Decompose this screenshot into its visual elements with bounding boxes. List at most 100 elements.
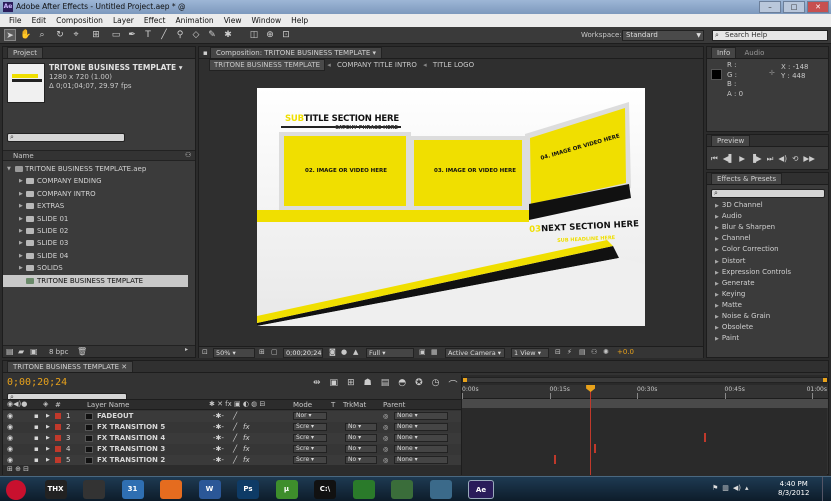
pickwhip-icon[interactable]: ◎ [383,422,388,433]
expand-triangle-icon[interactable]: ▶ [19,250,23,262]
layer-row[interactable]: ◉ ▪ ▶ 4 FX TRANSITION 3 -✱- ╱ fx Scre ▾ No ▾ ◎ None… [3,444,461,455]
selection-tool-icon[interactable]: ➤ [4,29,16,41]
expand-triangle-icon[interactable]: ▶ [715,247,719,253]
lock-icon[interactable]: ▪ [34,433,39,444]
roto-brush-tool-icon[interactable]: ✎ [206,29,218,41]
comp-name[interactable]: TRITONE BUSINESS TEMPLATE ▾ [49,63,183,72]
expand-triangle-icon[interactable]: ▶ [46,433,50,444]
motion-blur-icon[interactable]: ◓ [398,378,406,391]
volume-icon[interactable]: ◀) [733,484,741,492]
project-item[interactable]: ▶ SLIDE 02 [3,225,188,237]
menu-edit[interactable]: Edit [27,14,52,27]
shy-switch-icon[interactable]: -✱- [213,422,224,433]
utorrent-icon[interactable]: µ [275,480,298,499]
layer-row[interactable]: ◉ ▪ ▶ 2 FX TRANSITION 5 -✱- ╱ fx Scre ▾ No ▾ ◎ None… [3,422,461,433]
roi-icon[interactable]: ▣ [419,348,426,356]
puppet-tool-icon[interactable]: ✱ [222,29,234,41]
quality-switch-icon[interactable]: ╱ [233,433,237,444]
color-icon[interactable]: ● [341,348,347,356]
toggle-switches-icon[interactable]: ⊞ ⊕ ⊟ [7,465,29,473]
effects-search-input[interactable]: ⌕ [711,189,825,198]
eye-icon[interactable]: ◉ [7,411,13,422]
thx-icon[interactable]: THX [44,480,67,499]
eraser-tool-icon[interactable]: ◇ [190,29,202,41]
new-folder-icon[interactable]: ▰ [18,347,24,356]
layer-name-column[interactable]: Layer Name [87,401,129,409]
prev-frame-icon[interactable]: ◀▌ [723,154,735,164]
show-desktop-button[interactable] [822,477,831,501]
parent-select[interactable]: None ▾ [394,412,448,420]
loop-icon[interactable]: ⟲ [792,154,798,164]
zoom-select[interactable]: 50% ▾ [213,348,255,358]
label-color-swatch[interactable] [55,435,61,441]
menu-file[interactable]: File [4,14,27,27]
snapshot-icon[interactable]: ◙ [329,348,336,356]
effect-category[interactable]: ▶ Color Correction [709,244,827,255]
project-item[interactable]: ▶ COMPANY INTRO [3,188,188,200]
notes-icon[interactable] [429,480,452,499]
layer-name[interactable]: FADEOUT [97,411,133,422]
project-item[interactable]: ▶ SLIDE 03 [3,237,188,249]
mute-icon[interactable]: ◀) [778,154,787,164]
menu-composition[interactable]: Composition [51,14,108,27]
trash-icon[interactable]: 🗑 [77,347,87,356]
menu-effect[interactable]: Effect [139,14,171,27]
expand-triangle-icon[interactable]: ▶ [19,225,23,237]
comp-timecode[interactable]: 0;00;20;24 [283,348,323,358]
shy-layers-icon[interactable]: ☗ [364,378,372,391]
breadcrumb-item[interactable]: TRITONE BUSINESS TEMPLATE [209,59,326,71]
lock-icon[interactable]: ▪ [34,422,39,433]
expand-triangle-icon[interactable]: ▼ [7,163,11,175]
eye-icon[interactable]: ◉ [7,422,13,433]
expand-triangle-icon[interactable]: ▶ [19,262,23,274]
effects-tab[interactable]: Effects & Presets [707,173,828,185]
menu-animation[interactable]: Animation [170,14,218,27]
download-icon[interactable] [352,480,375,499]
expand-triangle-icon[interactable]: ▶ [19,213,23,225]
quality-switch-icon[interactable]: ╱ [233,422,237,433]
effect-category[interactable]: ▶ Expression Controls [709,267,827,278]
expand-triangle-icon[interactable]: ▶ [46,444,50,455]
photoshop-icon[interactable]: Ps [237,480,259,499]
toggle-pixel-icon[interactable]: ⊟ [555,348,561,356]
clock[interactable]: 4:40 PM 8/3/2012 [778,480,809,498]
mode-select[interactable]: Scre ▾ [293,434,327,442]
project-item[interactable]: ▶ EXTRAS [3,200,188,212]
layer-row[interactable]: ◉ ▪ ▶ 1 FADEOUT -✱- ╱ Nor ▾ ◎ None ▾ [3,411,461,422]
expand-triangle-icon[interactable]: ▶ [715,203,719,209]
layer-marker[interactable] [593,444,596,453]
label-color-swatch[interactable] [55,457,61,463]
view-axis-icon[interactable]: ⊡ [280,29,292,41]
fx-switch-icon[interactable]: fx [243,422,250,433]
layer-name[interactable]: FX TRANSITION 4 [97,433,165,444]
expand-triangle-icon[interactable]: ▶ [46,411,50,422]
pickwhip-icon[interactable]: ◎ [383,433,388,444]
expand-triangle-icon[interactable]: ▶ [715,225,719,231]
cmd-icon[interactable]: C:\ [314,480,336,499]
fast-preview-icon[interactable]: ⚡ [567,348,572,356]
auto-keyframe-icon[interactable]: ◷ [432,378,440,391]
layer-marker[interactable] [703,433,706,442]
shy-switch-icon[interactable]: -✱- [213,444,224,455]
expand-triangle-icon[interactable]: ▶ [46,422,50,433]
project-item[interactable]: TRITONE BUSINESS TEMPLATE [3,274,188,287]
expand-triangle-icon[interactable]: ▶ [715,214,719,220]
graph-editor-icon[interactable]: ⌒ [448,378,457,391]
fx-switch-icon[interactable]: fx [243,433,250,444]
trkmat-select[interactable]: No ▾ [345,456,377,464]
expand-triangle-icon[interactable]: ▶ [715,236,719,242]
breadcrumb-item[interactable]: TITLE LOGO [429,60,478,70]
label-color-swatch[interactable] [55,413,61,419]
search-help-input[interactable]: ⌕ Search Help [712,30,828,41]
menu-layer[interactable]: Layer [108,14,139,27]
menu-help[interactable]: Help [286,14,313,27]
expand-triangle-icon[interactable]: ▶ [19,200,23,212]
expand-triangle-icon[interactable]: ▶ [715,292,719,298]
exposure-icon[interactable]: ✺ [603,348,609,356]
preview-tab[interactable]: Preview [707,135,828,147]
firefox-icon[interactable] [160,480,182,499]
grid-icon[interactable]: ⊞ [259,348,265,356]
next-frame-icon[interactable]: ▐▶ [750,154,762,164]
effect-category[interactable]: ▶ Noise & Grain [709,311,827,322]
timeline-track-area[interactable]: 0:00s 00:15s 00:30s 00:45s 01:00s [461,375,828,475]
